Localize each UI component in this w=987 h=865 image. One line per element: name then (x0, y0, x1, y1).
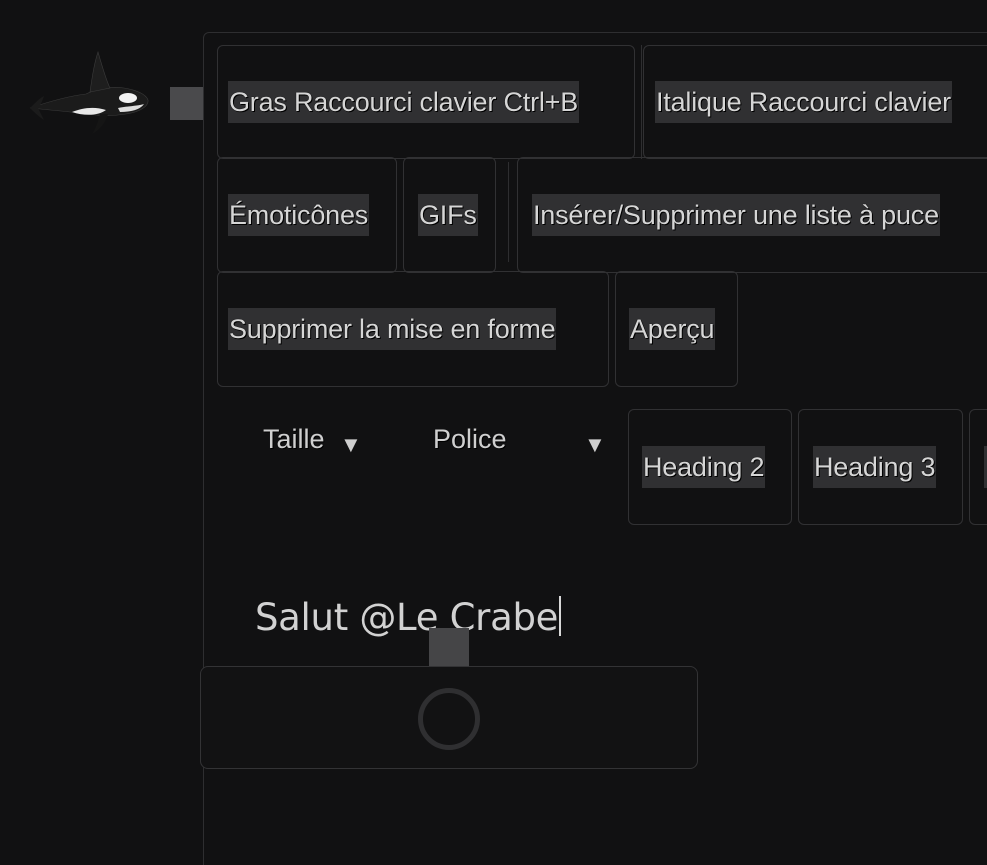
preview-button-label: Aperçu (629, 308, 716, 350)
bold-button-label: Gras Raccourci clavier Ctrl+B (228, 81, 580, 123)
italic-button[interactable]: Italique Raccourci clavier (643, 45, 987, 159)
bold-button[interactable]: Gras Raccourci clavier Ctrl+B (217, 45, 635, 159)
avatar-handle[interactable] (170, 87, 204, 120)
clear-format-button[interactable]: Supprimer la mise en forme (217, 271, 609, 387)
font-select-label: Police (433, 424, 507, 454)
popup-arrow (429, 628, 469, 668)
heading-3-button-label: Heading 3 (813, 446, 937, 488)
preview-button[interactable]: Aperçu (615, 271, 738, 387)
heading-2-button[interactable]: Heading 2 (628, 409, 792, 525)
chevron-down-icon: ▼ (340, 432, 362, 457)
editor-text-area[interactable]: Salut @Le Crabe (255, 596, 562, 639)
heading-4-button[interactable] (969, 409, 987, 525)
editor-content: Salut @Le Crabe (255, 596, 559, 639)
emoji-button-label: Émoticônes (228, 194, 370, 236)
italic-button-label: Italique Raccourci clavier (655, 81, 952, 123)
toolbar-divider (508, 162, 509, 262)
page: Gras Raccourci clavier Ctrl+B Italique R… (0, 0, 987, 865)
chevron-down-icon: ▼ (584, 432, 606, 457)
gifs-button-label: GIFs (418, 194, 478, 236)
text-caret (559, 596, 562, 636)
emoji-button[interactable]: Émoticônes (217, 157, 397, 273)
heading-2-button-label: Heading 2 (642, 446, 766, 488)
mention-suggestions-popup (200, 666, 698, 769)
heading-3-button[interactable]: Heading 3 (798, 409, 963, 525)
bullet-list-button[interactable]: Insérer/Supprimer une liste à puce (517, 157, 987, 273)
clear-format-button-label: Supprimer la mise en forme (228, 308, 557, 350)
loading-spinner-icon (418, 688, 480, 750)
gifs-button[interactable]: GIFs (403, 157, 496, 273)
size-select-label: Taille (263, 424, 325, 454)
orca-avatar-icon (28, 50, 152, 136)
toolbar-divider (641, 45, 642, 159)
bullet-list-button-label: Insérer/Supprimer une liste à puce (532, 194, 940, 236)
